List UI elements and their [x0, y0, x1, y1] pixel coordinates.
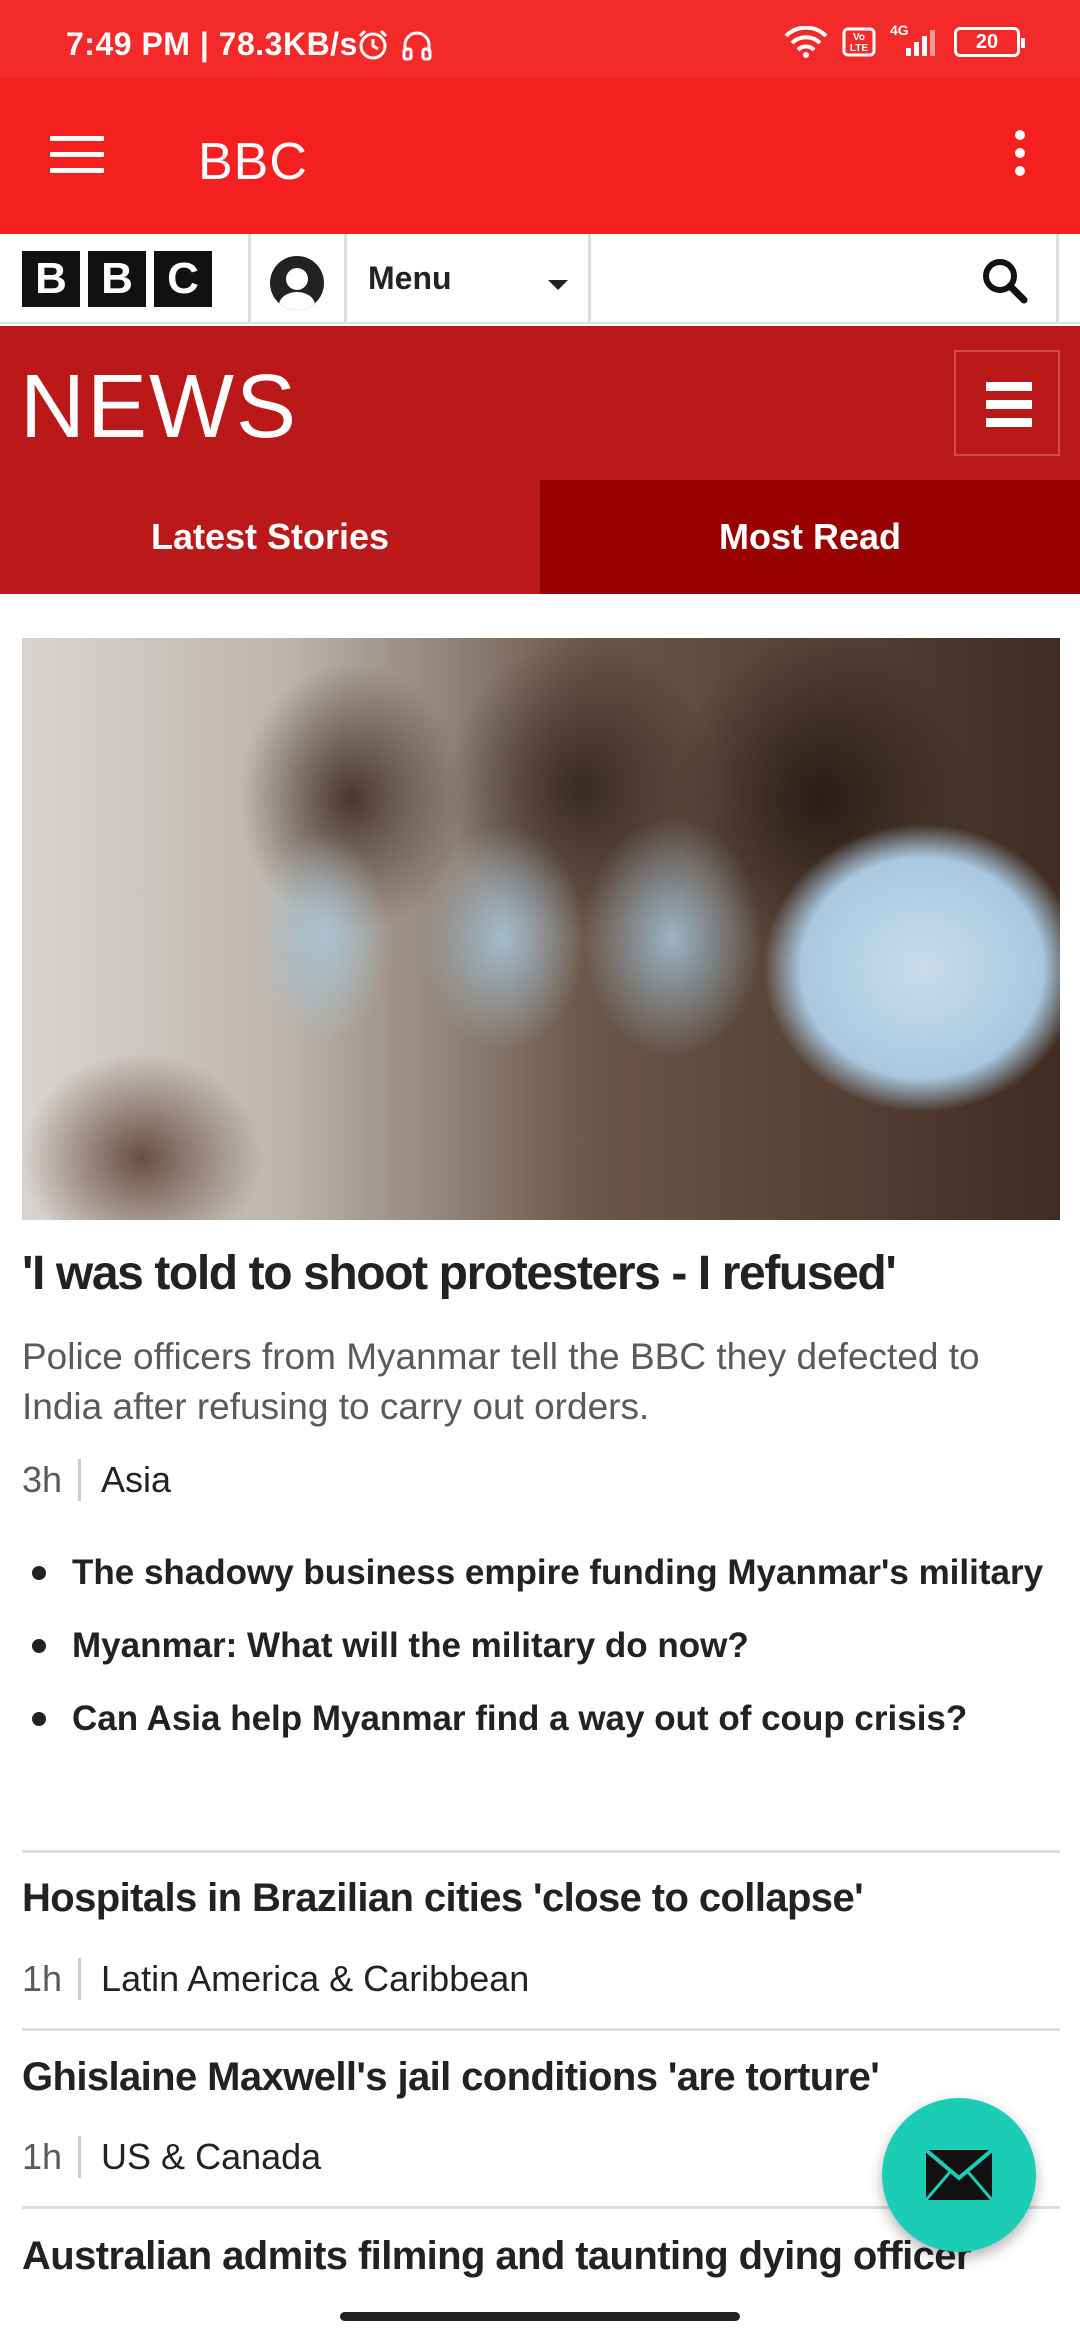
story-category[interactable]: US & Canada [81, 2136, 321, 2178]
kebab-icon[interactable] [1012, 130, 1028, 182]
bbc-logo[interactable]: B B C [22, 251, 212, 307]
story-meta: 1h Latin America & Caribbean [22, 1954, 529, 2004]
divider [22, 1850, 1060, 1853]
story-category[interactable]: Latin America & Caribbean [81, 1958, 529, 2000]
app-bar: BBC [0, 78, 1080, 234]
svg-text:LTE: LTE [850, 43, 868, 54]
story-time: 1h [22, 1958, 82, 2000]
status-icons-left [356, 28, 434, 62]
bbc-logo-letter: B [22, 251, 80, 307]
news-menu-icon[interactable] [954, 350, 1060, 456]
divider [248, 234, 251, 322]
lead-story-meta: 3h Asia [22, 1455, 171, 1505]
tab-latest-stories[interactable]: Latest Stories [0, 480, 540, 594]
story-meta: 1h US & Canada [22, 2132, 321, 2182]
bbc-logo-letter: C [154, 251, 212, 307]
alarm-icon [358, 29, 388, 60]
wifi-icon [784, 26, 828, 58]
related-link[interactable]: The shadowy business empire funding Myan… [22, 1548, 1058, 1597]
tab-most-read[interactable]: Most Read [540, 480, 1080, 594]
app-title: BBC [198, 133, 308, 191]
story-headline[interactable]: Hospitals in Brazilian cities 'close to … [22, 1876, 1060, 1921]
envelope-icon [924, 2148, 994, 2201]
headphones-icon [402, 31, 432, 61]
news-header: NEWS [0, 326, 1080, 480]
caret-down-icon [548, 280, 568, 290]
tab-bar: Latest Stories Most Read [0, 480, 1080, 594]
svg-text:Vo: Vo [853, 32, 865, 43]
status-time: 7:49 PM | 78.3KB/s [66, 26, 358, 62]
story-category[interactable]: Asia [81, 1459, 171, 1501]
status-icons-right: Vo LTE 4G 20 [784, 22, 1025, 58]
bbc-bar: B B C Menu [0, 234, 1080, 324]
divider [22, 2028, 1060, 2031]
story-headline[interactable]: Australian admits filming and taunting d… [22, 2234, 1060, 2279]
lead-story-summary: Police officers from Myanmar tell the BB… [22, 1336, 980, 1427]
hamburger-icon[interactable] [50, 136, 104, 176]
search-icon[interactable] [980, 256, 1030, 306]
menu-label: Menu [368, 260, 452, 296]
news-logo[interactable]: NEWS [20, 356, 298, 459]
story-time: 3h [22, 1459, 82, 1501]
lead-story-image[interactable] [22, 638, 1060, 1220]
status-bar: 7:49 PM | 78.3KB/s Vo LTE 4G 20 [0, 0, 1080, 78]
volte-icon: Vo LTE [842, 27, 876, 57]
divider [1056, 234, 1059, 322]
related-link[interactable]: Myanmar: What will the military do now? [22, 1621, 1058, 1670]
divider [588, 234, 591, 322]
story-time: 1h [22, 2136, 82, 2178]
battery-indicator: 20 [954, 27, 1025, 57]
lead-story-headline[interactable]: 'I was told to shoot protesters - I refu… [22, 1246, 1058, 1301]
gesture-nav-handle[interactable] [340, 2312, 740, 2321]
account-icon[interactable] [270, 256, 324, 310]
story-headline[interactable]: Ghislaine Maxwell's jail conditions 'are… [22, 2055, 1060, 2100]
contact-fab-button[interactable] [882, 2098, 1036, 2252]
signal-indicator: 4G [890, 22, 940, 58]
related-link[interactable]: Can Asia help Myanmar find a way out of … [22, 1694, 1058, 1743]
related-links: The shadowy business empire funding Myan… [22, 1548, 1058, 1767]
divider [344, 234, 347, 322]
signal-icon [906, 30, 935, 56]
bbc-logo-letter: B [88, 251, 146, 307]
